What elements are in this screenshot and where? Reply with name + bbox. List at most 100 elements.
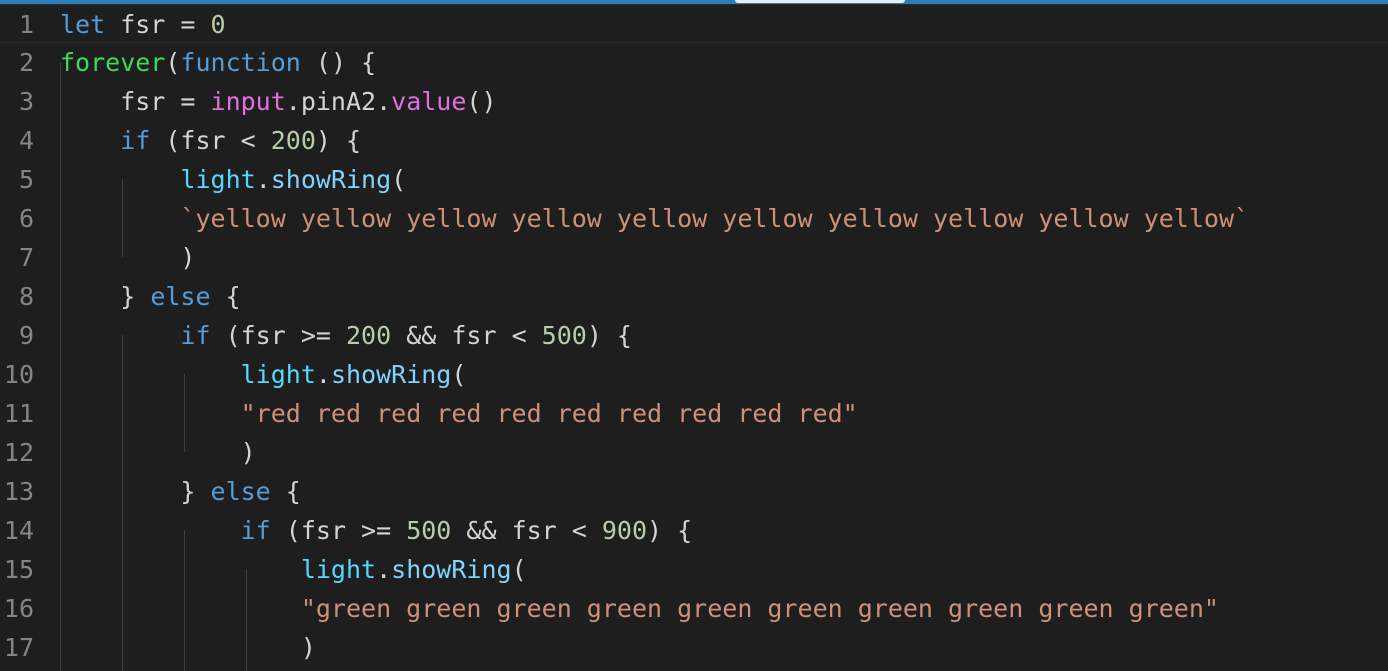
code-token: 200 [270,126,316,155]
code-token: ) [60,243,196,272]
code-line[interactable]: 3 fsr = input.pinA2.value() [0,82,1388,121]
line-number: 3 [18,87,34,116]
code-token: { [270,477,301,506]
code-text[interactable]: } else { [60,277,241,316]
code-text[interactable]: fsr = input.pinA2.value() [60,82,497,121]
line-number: 13 [3,477,34,506]
code-token: && fsr < [451,516,602,545]
code-token: light [300,555,377,584]
code-line[interactable]: 4 if (fsr < 200) { [0,121,1388,160]
code-line[interactable]: 5 light.showRing( [0,160,1388,199]
code-text[interactable]: ) [60,433,256,472]
code-token: showRing [330,360,452,389]
code-line[interactable]: 1 let fsr = 0 [0,4,1388,43]
code-token: (fsr >= [270,516,407,545]
code-token: ( [165,48,181,77]
code-line[interactable]: 11 "red red red red red red red red red … [0,394,1388,433]
code-token: . [255,165,271,194]
code-line[interactable]: 15 light.showRing( [0,550,1388,589]
code-line[interactable]: 16 "green green green green green green … [0,589,1388,628]
code-token: showRing [391,555,512,584]
code-token: . [376,555,392,584]
code-token: if [120,126,151,155]
code-text[interactable]: let fsr = 0 [60,5,226,44]
code-token: () [466,87,497,116]
code-token: ) [60,633,316,662]
code-line[interactable]: 9 if (fsr >= 200 && fsr < 500) { [0,316,1388,355]
code-editor[interactable]: 1 let fsr = 0 2 forever(function () {3 fsr … [0,4,1388,671]
code-line[interactable]: 14 if (fsr >= 500 && fsr < 900) { [0,511,1388,550]
code-token: 500 [406,516,452,545]
code-line[interactable]: 12 ) [0,433,1388,472]
code-text[interactable]: ) [60,238,195,277]
code-token: showRing [270,165,392,194]
code-token: ) { [647,516,693,545]
line-number: 6 [18,204,34,233]
line-number: 7 [18,243,34,272]
line-number: 11 [3,399,34,428]
tab-indicator[interactable] [735,0,905,3]
line-number: 8 [18,282,34,311]
code-token: ( [451,360,467,389]
code-token: () { [300,48,377,77]
code-token: else [210,477,271,506]
line-number: 5 [18,165,34,194]
code-token: function [180,48,301,77]
code-token: (fsr < [150,126,271,155]
code-token: fsr = [105,10,211,39]
code-text[interactable]: "green green green green green green gre… [60,589,1219,628]
code-token: 200 [346,321,392,350]
code-text[interactable]: light.showRing( [60,550,527,589]
code-token: `yellow yellow yellow yellow yellow yell… [180,204,1250,233]
code-token: if [180,321,211,350]
code-text[interactable]: if (fsr >= 200 && fsr < 500) { [60,316,632,355]
line-number: 10 [3,360,34,389]
code-text[interactable]: } else { [60,472,301,511]
code-token: 900 [601,516,648,545]
code-token: forever [60,48,166,77]
code-text[interactable]: forever(function () { [60,43,376,82]
code-token: value [391,87,467,116]
code-line[interactable]: 8 } else { [0,277,1388,316]
line-number: 15 [3,555,34,584]
code-text[interactable]: light.showRing( [60,160,406,199]
code-text[interactable]: `yellow yellow yellow yellow yellow yell… [60,199,1249,238]
code-line[interactable]: 13 } else { [0,472,1388,511]
code-token: ) { [586,321,632,350]
code-line[interactable]: 6 `yellow yellow yellow yellow yellow ye… [0,199,1388,238]
code-token: ) { [315,126,362,155]
code-line[interactable]: 2 forever(function () { [0,43,1388,82]
code-token: && fsr < [391,321,542,350]
code-token: ) [60,438,256,467]
code-token: fsr = [60,87,211,116]
code-line[interactable]: 10 light.showRing( [0,355,1388,394]
code-token: } [60,477,211,506]
line-number: 2 [18,48,34,77]
code-line[interactable]: 7 ) [0,238,1388,277]
code-token: 500 [541,321,587,350]
code-text[interactable]: light.showRing( [60,355,467,394]
code-token: .pinA2. [285,87,392,116]
line-number: 12 [3,438,34,467]
code-token: } [60,282,151,311]
code-token: if [240,516,271,545]
code-line[interactable]: 17 ) [0,628,1388,667]
code-token: { [210,282,241,311]
code-token: "green green green green green green gre… [300,594,1219,623]
code-text[interactable]: if (fsr < 200) { [60,121,361,160]
code-token: "red red red red red red red red red red… [240,399,858,428]
line-number: 4 [18,126,34,155]
code-text[interactable]: "red red red red red red red red red red… [60,394,858,433]
code-token: light [240,360,316,389]
code-text[interactable]: if (fsr >= 500 && fsr < 900) { [60,511,693,550]
code-token: (fsr >= [210,321,346,350]
code-text[interactable]: ) [60,628,316,667]
